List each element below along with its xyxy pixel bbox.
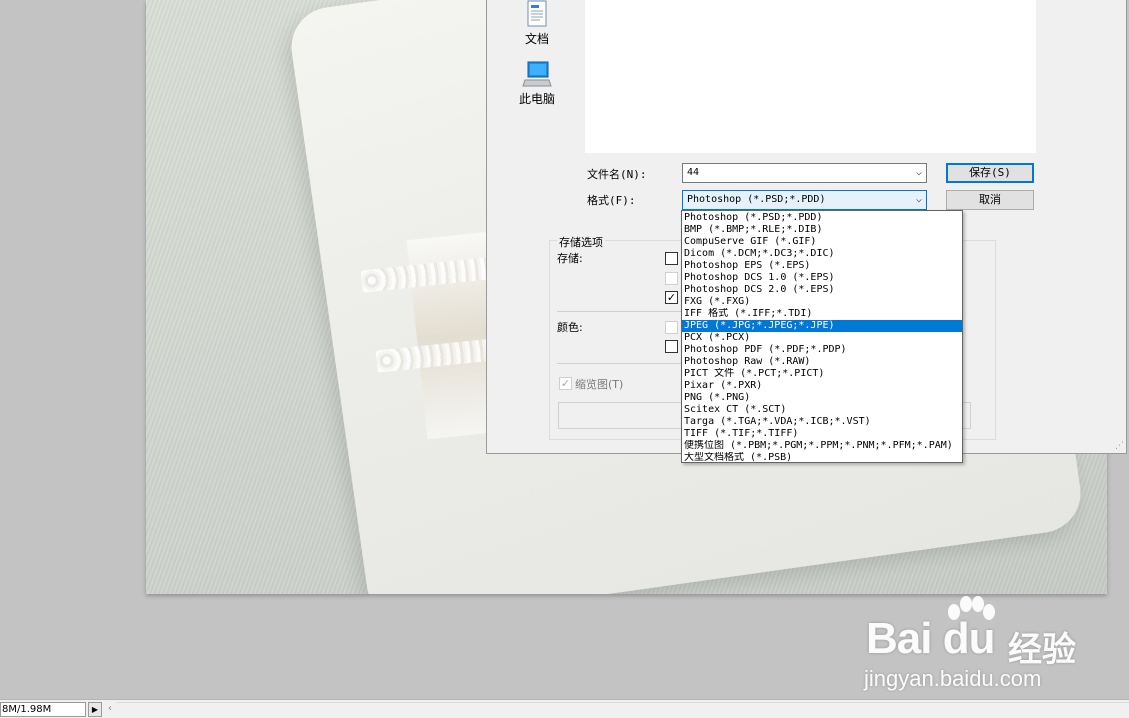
format-option[interactable]: Photoshop DCS 2.0 (*.EPS) <box>682 284 962 296</box>
sidebar-item-label: 文档 <box>524 32 549 46</box>
baidu-jingyan-watermark: Bai du 经验 jingyan.baidu.com <box>858 596 1088 696</box>
format-option[interactable]: Photoshop DCS 1.0 (*.EPS) <box>682 272 962 284</box>
file-list-pane[interactable] <box>585 0 1036 153</box>
sidebar-item-documents[interactable]: 文档 <box>507 0 567 47</box>
color-option-checkbox-2[interactable] <box>665 340 678 353</box>
format-value: Photoshop (*.PSD;*.PDD) <box>687 194 826 205</box>
sidebar-item-label: 此电脑 <box>518 92 555 106</box>
format-option[interactable]: Photoshop PDF (*.PDF;*.PDP) <box>682 344 962 356</box>
format-option[interactable]: PCX (*.PCX) <box>682 332 962 344</box>
chevron-down-icon[interactable]: ⌵ <box>916 167 922 178</box>
scroll-left-arrow-icon[interactable]: ‹ <box>104 702 116 717</box>
watermark-url: jingyan.baidu.com <box>864 666 1042 691</box>
chevron-down-icon[interactable]: ⌵ <box>916 194 922 205</box>
filename-value: 44 <box>687 167 700 178</box>
thumbnail-checkbox: ✓ <box>559 377 572 390</box>
horizontal-scrollbar[interactable] <box>116 702 1129 717</box>
format-option[interactable]: Photoshop Raw (*.RAW) <box>682 356 962 368</box>
format-option[interactable]: 便携位图 (*.PBM;*.PGM;*.PPM;*.PNM;*.PFM;*.PA… <box>682 440 962 452</box>
format-option[interactable]: Photoshop (*.PSD;*.PDD) <box>682 212 962 224</box>
sidebar-item-this-pc[interactable]: 此电脑 <box>507 60 567 107</box>
computer-icon <box>522 61 552 87</box>
status-bar: 8M/1.98M ▶ ‹ <box>0 699 1129 718</box>
format-option[interactable]: IFF 格式 (*.IFF;*.TDI) <box>682 308 962 320</box>
format-option[interactable]: PNG (*.PNG) <box>682 392 962 404</box>
format-option[interactable]: TIFF (*.TIF;*.TIFF) <box>682 428 962 440</box>
format-option[interactable]: FXG (*.FXG) <box>682 296 962 308</box>
format-option-selected[interactable]: JPEG (*.JPG;*.JPEG;*.JPE) <box>682 320 962 332</box>
resize-grip-icon[interactable]: ⋰ <box>1115 441 1124 451</box>
format-select[interactable]: Photoshop (*.PSD;*.PDD) ⌵ <box>682 190 927 210</box>
divider <box>557 311 682 312</box>
save-options-title: 存储选项 <box>557 234 605 250</box>
thumbnail-label: 缩览图(T) <box>575 378 624 391</box>
filename-label: 文件名(N): <box>587 168 647 181</box>
format-dropdown-list[interactable]: Photoshop (*.PSD;*.PDD) BMP (*.BMP;*.RLE… <box>681 210 963 463</box>
document-icon <box>527 0 547 27</box>
store-option-checkbox-1[interactable] <box>665 252 678 265</box>
filename-field[interactable]: 44 ⌵ <box>682 163 927 183</box>
format-label: 格式(F): <box>587 194 636 207</box>
color-option-checkbox-1 <box>665 321 678 334</box>
store-option-checkbox-3[interactable]: ✓ <box>665 291 678 304</box>
format-option[interactable]: Scitex CT (*.SCT) <box>682 404 962 416</box>
document-size-readout[interactable]: 8M/1.98M <box>0 702 86 717</box>
format-option[interactable]: Pixar (*.PXR) <box>682 380 962 392</box>
save-button[interactable]: 保存(S) <box>946 163 1034 183</box>
format-option[interactable]: Targa (*.TGA;*.VDA;*.ICB;*.VST) <box>682 416 962 428</box>
status-menu-arrow-icon[interactable]: ▶ <box>88 702 102 717</box>
format-option[interactable]: PICT 文件 (*.PCT;*.PICT) <box>682 368 962 380</box>
format-option[interactable]: CompuServe GIF (*.GIF) <box>682 236 962 248</box>
format-option[interactable]: Dicom (*.DCM;*.DC3;*.DIC) <box>682 248 962 260</box>
store-label: 存储: <box>557 252 583 265</box>
format-option[interactable]: Photoshop EPS (*.EPS) <box>682 260 962 272</box>
divider <box>557 363 682 364</box>
store-option-checkbox-2 <box>665 272 678 285</box>
color-label: 颜色: <box>557 321 583 334</box>
format-option[interactable]: 大型文档格式 (*.PSB) <box>682 452 962 464</box>
cancel-button[interactable]: 取消 <box>946 190 1034 210</box>
format-option[interactable]: BMP (*.BMP;*.RLE;*.DIB) <box>682 224 962 236</box>
watermark-brand: Bai du <box>866 614 995 663</box>
watermark-brand-cn: 经验 <box>1008 630 1076 670</box>
